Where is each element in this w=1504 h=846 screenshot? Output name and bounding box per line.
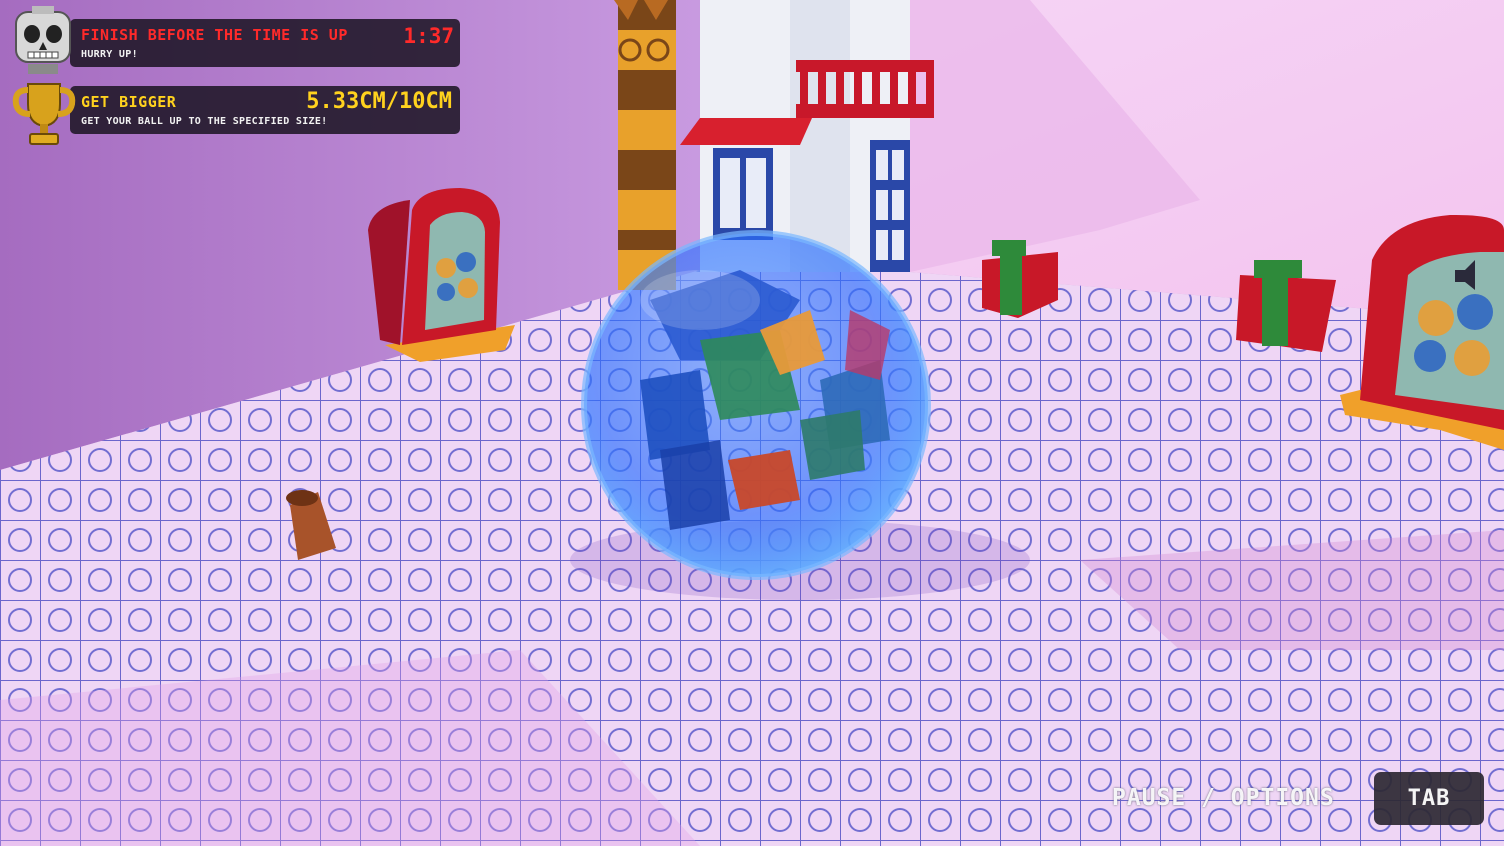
katamari-ball (581, 230, 931, 580)
timer-objective-title: Finish before the time is up (81, 26, 348, 44)
timer-objective-subtitle: Hurry up! (81, 49, 138, 60)
pause-options-label[interactable]: Pause / Options (1112, 783, 1356, 813)
lego-house (680, 0, 934, 272)
trophy-icon (10, 78, 78, 148)
skull-icon (8, 4, 78, 76)
tab-key-button[interactable]: TAB (1374, 772, 1484, 825)
ball-size-value: 5.33CM/10CM (306, 89, 452, 114)
size-objective-subtitle: Get your ball up to the specified size! (81, 116, 328, 127)
striped-tower (614, 0, 676, 290)
size-objective-title: Get bigger (81, 93, 177, 111)
jukebox-left (368, 188, 515, 362)
timer-value: 1:37 (403, 24, 454, 48)
